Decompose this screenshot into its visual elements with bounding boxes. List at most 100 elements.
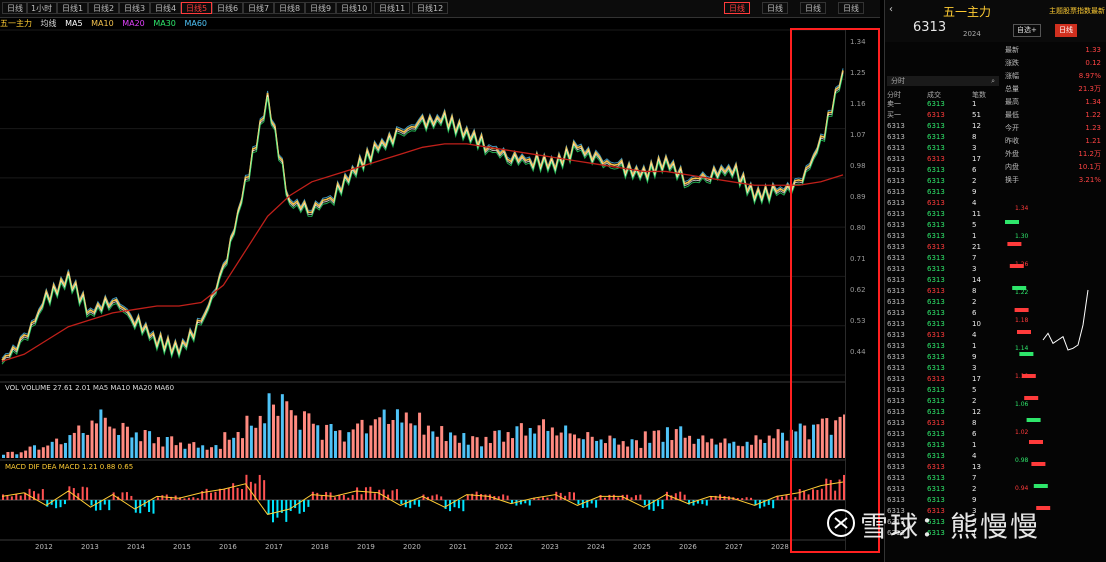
- quote-row[interactable]: 6313 6313 8: [887, 287, 999, 295]
- quote-row[interactable]: 6313 6313 8: [887, 419, 999, 427]
- volume-bar: [77, 425, 81, 458]
- quote-row[interactable]: 6313 6313 13: [887, 463, 999, 471]
- panel-header: ‹ 五一主力 6313 2024 主题股票指数最新 自选+ 日线: [885, 0, 1106, 42]
- quote-time: 6313: [887, 353, 905, 361]
- volume-bar: [409, 423, 413, 458]
- volume-bar: [28, 446, 32, 458]
- quote-row[interactable]: 6313 6313 9: [887, 353, 999, 361]
- quote-row[interactable]: 6313 6313 6: [887, 166, 999, 174]
- quote-row[interactable]: 6313 6313 4: [887, 331, 999, 339]
- quote-row[interactable]: 6313 6313 21: [887, 243, 999, 251]
- quote-row[interactable]: 6313 6313 1: [887, 441, 999, 449]
- quote-price: 6313: [927, 386, 945, 394]
- volume-bar: [453, 435, 457, 458]
- volume-bar: [550, 427, 554, 458]
- quote-row[interactable]: 6313 6313 7: [887, 254, 999, 262]
- quote-volume: 2: [972, 177, 977, 185]
- quote-row[interactable]: 买一 6313 51: [887, 111, 999, 119]
- quote-row[interactable]: 6313 6313 12: [887, 122, 999, 130]
- macd-bar: [630, 497, 633, 500]
- search-input[interactable]: 分时 ⌕: [887, 76, 999, 86]
- macd-bar: [81, 486, 84, 500]
- volume-bar: [524, 435, 528, 458]
- quote-row[interactable]: 6313 6313 11: [887, 210, 999, 218]
- quote-row[interactable]: 6313 6313 6: [887, 430, 999, 438]
- volume-bar: [586, 432, 590, 458]
- add-watch-button[interactable]: 自选+: [1013, 24, 1041, 37]
- quote-volume: 1: [972, 100, 977, 108]
- macd-bar: [68, 486, 71, 500]
- volume-bar: [130, 437, 134, 458]
- stat-key: 最低: [1005, 111, 1019, 119]
- time-tick: 2023: [541, 543, 559, 551]
- quote-time: 6313: [887, 342, 905, 350]
- quote-row[interactable]: 6313 6313 4: [887, 199, 999, 207]
- quote-row[interactable]: 6313 6313 2: [887, 298, 999, 306]
- search-icon[interactable]: ⌕: [991, 76, 995, 86]
- stat-row: 涨跌 0.12: [1005, 57, 1105, 69]
- volume-bar: [148, 431, 152, 458]
- side-tick: 0.94: [1015, 485, 1029, 492]
- quote-volume: 21: [972, 243, 981, 251]
- quote-row[interactable]: 6313 6313 4: [887, 452, 999, 460]
- macd-bar: [37, 493, 40, 500]
- quote-row[interactable]: 6313 6313 5: [887, 221, 999, 229]
- macd-bar: [590, 500, 593, 504]
- quote-price: 6313: [927, 419, 945, 427]
- quote-row[interactable]: 6313 6313 9: [887, 188, 999, 196]
- volume-bar: [32, 445, 36, 458]
- quote-row[interactable]: 6313 6313 17: [887, 375, 999, 383]
- quote-row[interactable]: 6313 6313 7: [887, 474, 999, 482]
- side-tick: 1.18: [1015, 317, 1029, 324]
- macd-bar: [418, 500, 421, 507]
- quote-row[interactable]: 6313 6313 10: [887, 320, 999, 328]
- back-icon[interactable]: ‹: [889, 4, 893, 15]
- quote-row[interactable]: 6313 6313 9: [887, 496, 999, 504]
- macd-bar: [772, 500, 775, 509]
- quote-row[interactable]: 6313 6313 1: [887, 232, 999, 240]
- quote-row[interactable]: 6313 6313 8: [887, 133, 999, 141]
- volume-bar: [555, 435, 559, 458]
- quote-time: 6313: [887, 485, 905, 493]
- volume-bar: [617, 444, 621, 458]
- volume-bar: [342, 441, 346, 458]
- quote-row[interactable]: 6313 6313 3: [887, 144, 999, 152]
- volume-bar: [364, 433, 368, 458]
- price-chart[interactable]: [0, 0, 845, 562]
- stat-value: 1.21: [1085, 137, 1101, 145]
- quote-row[interactable]: 6313 6313 6: [887, 309, 999, 317]
- stat-key: 换手: [1005, 176, 1019, 184]
- daily-button[interactable]: 日线: [1055, 24, 1077, 37]
- volume-bar: [210, 447, 214, 458]
- stat-row: 涨幅 8.97%: [1005, 70, 1105, 82]
- quote-row[interactable]: 6313 6313 1: [887, 342, 999, 350]
- quote-row[interactable]: 6313 6313 3: [887, 364, 999, 372]
- quote-row[interactable]: 6313 6313 12: [887, 408, 999, 416]
- macd-bar: [413, 500, 416, 505]
- quote-price: 6313: [927, 309, 945, 317]
- quote-row[interactable]: 6313 6313 2: [887, 177, 999, 185]
- side-tick: 1.30: [1015, 233, 1029, 240]
- volume-bar: [179, 442, 183, 458]
- quote-row[interactable]: 6313 6313 2: [887, 485, 999, 493]
- quote-volume: 7: [972, 254, 977, 262]
- quote-price: 6313: [927, 474, 945, 482]
- stat-value: 1.33: [1085, 46, 1101, 54]
- quote-row[interactable]: 6313 6313 2: [887, 397, 999, 405]
- quote-row[interactable]: 6313 6313 14: [887, 276, 999, 284]
- stat-key: 最新: [1005, 46, 1019, 54]
- quote-row[interactable]: 6313 6313 17: [887, 155, 999, 163]
- volume-bar: [329, 424, 333, 458]
- quote-row[interactable]: 6313 6313 3: [887, 265, 999, 273]
- macd-bar: [320, 495, 323, 500]
- volume-bar: [289, 410, 293, 458]
- quote-time: 6313: [887, 243, 905, 251]
- quote-row[interactable]: 6313 6313 5: [887, 386, 999, 394]
- macd-bar: [435, 494, 438, 500]
- macd-bar: [462, 500, 465, 512]
- quote-row[interactable]: 卖一 6313 1: [887, 100, 999, 108]
- macd-bar: [506, 495, 509, 500]
- quote-price: 6313: [927, 177, 945, 185]
- macd-bar: [183, 498, 186, 500]
- quote-volume: 6: [972, 309, 977, 317]
